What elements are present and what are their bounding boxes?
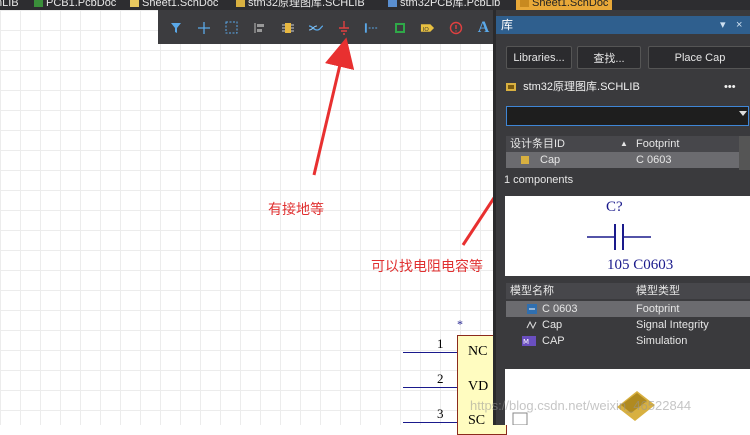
pin-2-label: VD (468, 379, 489, 394)
column-model-name[interactable]: 模型名称 (510, 283, 554, 299)
pin-1-number: 1 (437, 336, 444, 351)
pin-3-label: SC (468, 413, 486, 428)
svg-text:M: M (523, 338, 529, 346)
arrow-to-ground (312, 37, 355, 176)
search-dropdown-icon[interactable] (739, 111, 747, 116)
place-cap-button[interactable]: Place Cap (648, 46, 750, 69)
model-row-simulation[interactable]: M CAP Simulation (506, 333, 750, 349)
panel-close-icon[interactable]: × (736, 16, 742, 34)
simulation-icon: M (522, 336, 536, 346)
pin-3-line (403, 422, 457, 423)
component-table-scrollbar[interactable] (739, 136, 750, 170)
component-search-input[interactable] (506, 106, 749, 126)
signal-integrity-icon (526, 320, 537, 330)
library-selected-name: stm32原理图库.SCHLIB (523, 81, 640, 93)
column-design-id[interactable]: 设计条目ID (510, 136, 565, 152)
column-model-type[interactable]: 模型类型 (636, 283, 680, 299)
pin-1-line (403, 352, 457, 353)
annotation-resistor-cap: 可以找电阻电容等 (371, 258, 483, 274)
component-icon (521, 156, 529, 164)
search-button[interactable]: 查找... (577, 46, 641, 69)
panel-title: 库 (501, 18, 514, 32)
footprint-model-icon (527, 304, 537, 314)
column-footprint[interactable]: Footprint (636, 136, 679, 152)
libraries-button[interactable]: Libraries... (506, 46, 572, 69)
watermark: https://blog.csdn.net/weixin_46522844 (470, 398, 692, 413)
footprint-preview (505, 369, 750, 426)
panel-header: 库 ▾ × (496, 16, 750, 34)
model-row-signal-integrity[interactable]: Cap Signal Integrity (506, 317, 750, 333)
pin-2-line (403, 387, 457, 388)
component-count: 1 components (504, 174, 574, 186)
panel-menu-icon[interactable]: ▾ (720, 16, 726, 34)
pin-1-label: NC (468, 344, 488, 359)
footprint-3d-icon (512, 391, 655, 426)
pin-2-number: 2 (437, 371, 444, 386)
component-preview: C? 105 C0603 (505, 196, 750, 276)
schlib-icon (506, 83, 516, 92)
annotation-ground: 有接地等 (268, 201, 324, 217)
library-selector[interactable]: stm32原理图库.SCHLIB ••• (506, 78, 746, 96)
preview-designator: C? (606, 199, 623, 215)
component-table-header: 设计条目ID ▲ Footprint (506, 136, 739, 152)
pin-3-number: 3 (437, 406, 444, 421)
sort-up-icon: ▲ (620, 139, 628, 148)
preview-value: 105 C0603 (607, 257, 674, 273)
library-menu-icon[interactable]: ••• (724, 78, 736, 96)
model-row-footprint[interactable]: C 0603 Footprint (506, 301, 750, 317)
model-table-header: 模型名称 模型类型 (506, 283, 750, 299)
component-star-marker: * (457, 317, 463, 331)
table-row[interactable]: Cap C 0603 (506, 152, 739, 168)
